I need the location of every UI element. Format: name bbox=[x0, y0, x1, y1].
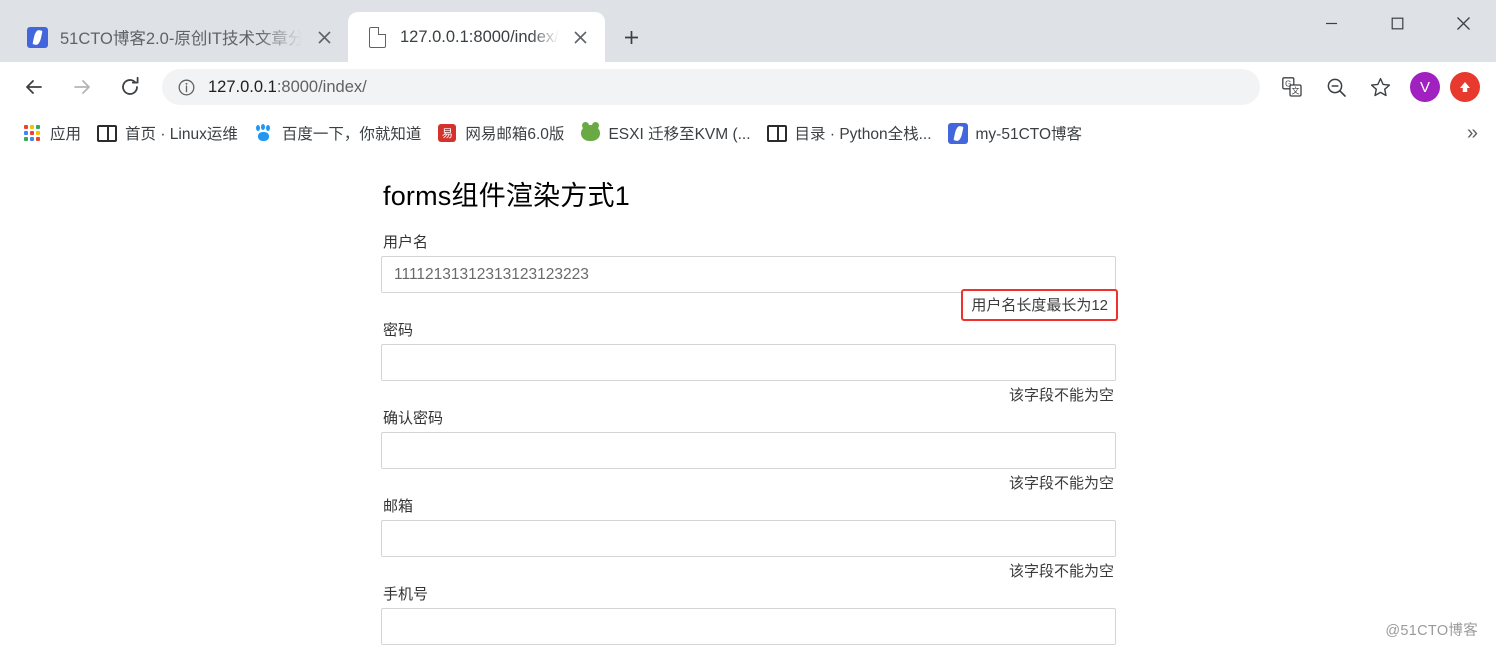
bookmark-netease-mail[interactable]: 易 网易邮箱6.0版 bbox=[429, 118, 572, 148]
back-button[interactable] bbox=[13, 66, 55, 108]
bookmark-label: ESXI 迁移至KVM (... bbox=[608, 126, 751, 143]
document-favicon bbox=[366, 26, 388, 48]
phone-input[interactable] bbox=[381, 608, 1116, 645]
translate-icon[interactable]: G 文 bbox=[1273, 68, 1311, 106]
reload-button[interactable] bbox=[109, 66, 151, 108]
email-input[interactable] bbox=[381, 520, 1116, 557]
registration-form: forms组件渲染方式1 用户名 用户名长度最长为12 密码 该字段不能为空 确… bbox=[381, 174, 1118, 650]
password-error: 该字段不能为空 bbox=[1008, 386, 1114, 404]
toolbar-actions: G 文 V bbox=[1270, 68, 1486, 106]
address-bar[interactable]: 127.0.0.1:8000/index/ bbox=[162, 69, 1260, 105]
close-window-button[interactable] bbox=[1430, 0, 1496, 46]
field-error-row: 该字段不能为空 bbox=[381, 469, 1116, 495]
bookmarks-bar: 应用 首页 · Linux运维 百度一下，你就知道 易 网易邮箱6.0版 ESX… bbox=[0, 112, 1496, 154]
page-viewport: forms组件渲染方式1 用户名 用户名长度最长为12 密码 该字段不能为空 确… bbox=[0, 154, 1496, 650]
bookmark-label: 目录 · Python全栈... bbox=[794, 126, 932, 143]
apps-grid-icon bbox=[22, 123, 42, 143]
field-error-row: 用户名长度最长为12 bbox=[381, 289, 1118, 321]
field-error-row: 该字段不能为空 bbox=[381, 381, 1116, 407]
maximize-button[interactable] bbox=[1364, 0, 1430, 46]
bookmark-apps[interactable]: 应用 bbox=[14, 118, 89, 148]
zoom-out-icon[interactable] bbox=[1317, 68, 1355, 106]
email-error: 该字段不能为空 bbox=[1008, 562, 1114, 580]
field-label: 邮箱 bbox=[383, 498, 414, 515]
netease-icon: 易 bbox=[437, 123, 457, 143]
browser-tab-0[interactable]: 51CTO博客2.0-原创IT技术文章分 bbox=[8, 12, 348, 62]
update-arrow-icon[interactable] bbox=[1450, 72, 1480, 102]
field-label: 用户名 bbox=[383, 234, 429, 251]
confirm-password-input[interactable] bbox=[381, 432, 1116, 469]
browser-tab-1[interactable]: 127.0.0.1:8000/index/ bbox=[348, 12, 605, 62]
username-input[interactable] bbox=[381, 256, 1116, 293]
password-input[interactable] bbox=[381, 344, 1116, 381]
baidu-paw-icon bbox=[254, 123, 274, 143]
window-controls bbox=[1298, 0, 1496, 46]
field-confirm-password: 确认密码 该字段不能为空 bbox=[381, 407, 1116, 495]
bookmarks-overflow-button[interactable]: » bbox=[1459, 122, 1486, 145]
confirm-password-error: 该字段不能为空 bbox=[1008, 474, 1114, 492]
page-content: forms组件渲染方式1 用户名 用户名长度最长为12 密码 该字段不能为空 确… bbox=[0, 154, 1496, 650]
browser-tab-title: 51CTO博客2.0-原创IT技术文章分 bbox=[60, 30, 302, 48]
username-error-highlight: 用户名长度最长为12 bbox=[961, 289, 1118, 321]
field-label: 确认密码 bbox=[383, 410, 444, 427]
close-icon[interactable] bbox=[310, 23, 338, 51]
close-icon[interactable] bbox=[567, 23, 595, 51]
watermark: @51CTO博客 bbox=[1385, 623, 1478, 639]
51cto-favicon bbox=[947, 122, 968, 144]
url-path: :8000/index/ bbox=[276, 77, 367, 96]
book-icon bbox=[97, 123, 118, 143]
51cto-favicon bbox=[26, 26, 48, 48]
address-bar-url: 127.0.0.1:8000/index/ bbox=[208, 78, 367, 97]
frog-icon bbox=[580, 122, 600, 143]
browser-tab-strip: 51CTO博客2.0-原创IT技术文章分 127.0.0.1:8000/inde… bbox=[0, 0, 1496, 62]
browser-tab-title: 127.0.0.1:8000/index/ bbox=[400, 27, 559, 46]
bookmark-my-51cto[interactable]: my-51CTO博客 bbox=[940, 118, 1091, 148]
bookmark-label: 百度一下，你就知道 bbox=[281, 126, 422, 143]
bookmark-baidu[interactable]: 百度一下，你就知道 bbox=[246, 118, 430, 148]
bookmark-label: 网易邮箱6.0版 bbox=[465, 126, 565, 143]
bookmark-label: my-51CTO博客 bbox=[975, 126, 1083, 143]
bookmark-linux-home[interactable]: 首页 · Linux运维 bbox=[89, 118, 246, 148]
page-title: forms组件渲染方式1 bbox=[383, 181, 630, 211]
bookmark-esxi-kvm[interactable]: ESXI 迁移至KVM (... bbox=[572, 118, 758, 148]
field-phone: 手机号 This field is required. bbox=[381, 583, 1116, 650]
field-error-row: This field is required. bbox=[381, 645, 1116, 650]
book-icon bbox=[766, 123, 787, 143]
minimize-button[interactable] bbox=[1298, 0, 1364, 46]
site-info-icon[interactable] bbox=[176, 77, 196, 97]
avatar[interactable]: V bbox=[1410, 72, 1440, 102]
star-icon[interactable] bbox=[1361, 68, 1399, 106]
field-email: 邮箱 该字段不能为空 bbox=[381, 495, 1116, 583]
svg-text:文: 文 bbox=[1292, 86, 1300, 96]
bookmark-label: 应用 bbox=[50, 126, 82, 143]
url-host: 127.0.0.1 bbox=[208, 77, 277, 96]
field-password: 密码 该字段不能为空 bbox=[381, 319, 1116, 407]
browser-toolbar: 127.0.0.1:8000/index/ G 文 V bbox=[0, 62, 1496, 112]
field-label: 密码 bbox=[383, 322, 414, 339]
bookmark-python-catalog[interactable]: 目录 · Python全栈... bbox=[759, 118, 940, 148]
field-username: 用户名 用户名长度最长为12 bbox=[381, 231, 1118, 321]
forward-button[interactable] bbox=[61, 66, 103, 108]
field-error-row: 该字段不能为空 bbox=[381, 557, 1116, 583]
new-tab-button[interactable] bbox=[615, 20, 649, 54]
bookmark-label: 首页 · Linux运维 bbox=[125, 126, 238, 143]
field-label: 手机号 bbox=[383, 586, 429, 603]
